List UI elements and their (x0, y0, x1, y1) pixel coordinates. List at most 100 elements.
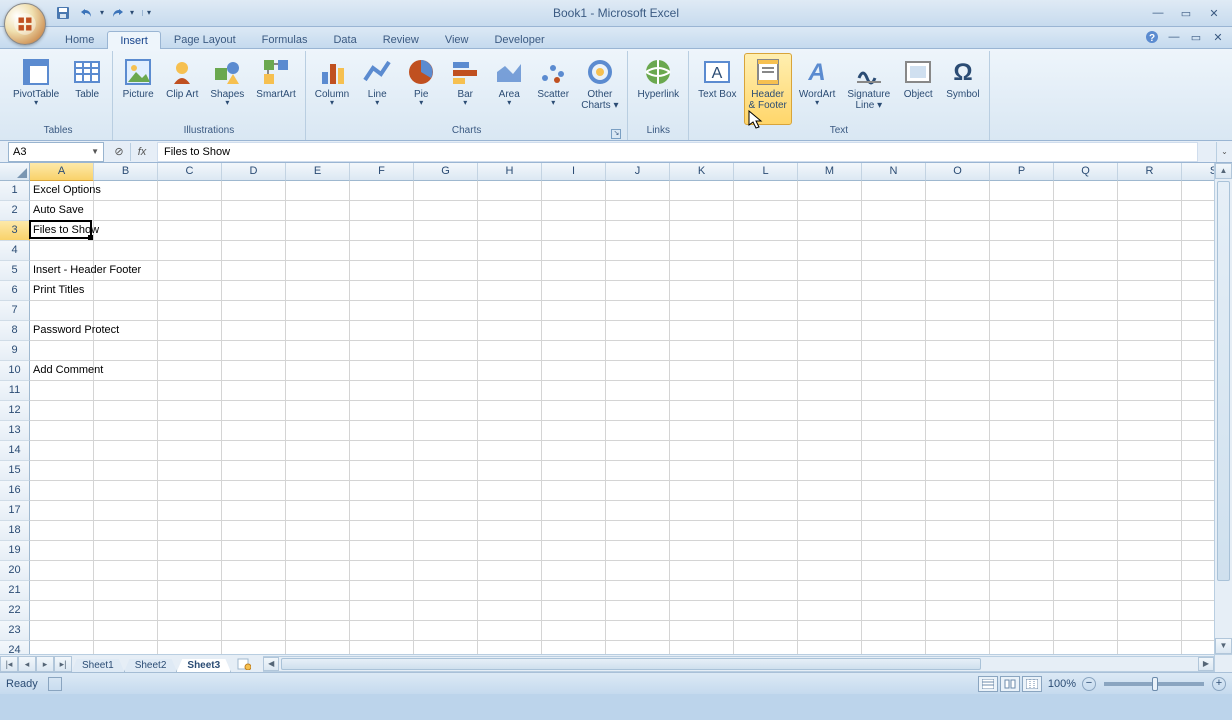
scroll-left-arrow[interactable]: ◀ (263, 657, 279, 671)
cell-B6[interactable] (94, 281, 158, 301)
cell-H3[interactable] (478, 221, 542, 241)
cell-O8[interactable] (926, 321, 990, 341)
cell-C13[interactable] (158, 421, 222, 441)
cell-S15[interactable] (1182, 461, 1214, 481)
cell-K9[interactable] (670, 341, 734, 361)
cell-R17[interactable] (1118, 501, 1182, 521)
col-header-H[interactable]: H (478, 163, 542, 181)
cell-C12[interactable] (158, 401, 222, 421)
cell-E11[interactable] (286, 381, 350, 401)
cell-P2[interactable] (990, 201, 1054, 221)
zoom-level[interactable]: 100% (1048, 678, 1076, 690)
cell-B21[interactable] (94, 581, 158, 601)
cell-M24[interactable] (798, 641, 862, 654)
cell-M23[interactable] (798, 621, 862, 641)
col-header-Q[interactable]: Q (1054, 163, 1118, 181)
cell-P14[interactable] (990, 441, 1054, 461)
cell-Q11[interactable] (1054, 381, 1118, 401)
cell-G23[interactable] (414, 621, 478, 641)
cell-J5[interactable] (606, 261, 670, 281)
cell-B1[interactable] (94, 181, 158, 201)
cell-I20[interactable] (542, 561, 606, 581)
cell-L21[interactable] (734, 581, 798, 601)
row-header-15[interactable]: 15 (0, 461, 30, 481)
cell-G5[interactable] (414, 261, 478, 281)
cell-R7[interactable] (1118, 301, 1182, 321)
cell-A8[interactable]: Password Protect (30, 321, 94, 341)
cell-M18[interactable] (798, 521, 862, 541)
cell-N19[interactable] (862, 541, 926, 561)
cell-L22[interactable] (734, 601, 798, 621)
cell-G14[interactable] (414, 441, 478, 461)
cell-R19[interactable] (1118, 541, 1182, 561)
cell-M12[interactable] (798, 401, 862, 421)
cell-F12[interactable] (350, 401, 414, 421)
doc-minimize[interactable]: — (1166, 29, 1182, 45)
cell-M8[interactable] (798, 321, 862, 341)
cell-Q23[interactable] (1054, 621, 1118, 641)
cell-R20[interactable] (1118, 561, 1182, 581)
cell-O24[interactable] (926, 641, 990, 654)
minimize-button[interactable]: — (1146, 5, 1170, 21)
cell-C15[interactable] (158, 461, 222, 481)
cell-R18[interactable] (1118, 521, 1182, 541)
col-header-N[interactable]: N (862, 163, 926, 181)
cell-J23[interactable] (606, 621, 670, 641)
cell-H11[interactable] (478, 381, 542, 401)
macro-record-icon[interactable] (48, 677, 62, 691)
cell-D18[interactable] (222, 521, 286, 541)
cell-I11[interactable] (542, 381, 606, 401)
row-header-21[interactable]: 21 (0, 581, 30, 601)
cell-C11[interactable] (158, 381, 222, 401)
cell-Q13[interactable] (1054, 421, 1118, 441)
formula-input[interactable]: Files to Show (157, 142, 1198, 162)
cell-E3[interactable] (286, 221, 350, 241)
cell-N11[interactable] (862, 381, 926, 401)
cell-L17[interactable] (734, 501, 798, 521)
row-header-7[interactable]: 7 (0, 301, 30, 321)
cell-B2[interactable] (94, 201, 158, 221)
row-header-20[interactable]: 20 (0, 561, 30, 581)
cell-D20[interactable] (222, 561, 286, 581)
cell-M13[interactable] (798, 421, 862, 441)
cell-M7[interactable] (798, 301, 862, 321)
cell-L4[interactable] (734, 241, 798, 261)
cell-I14[interactable] (542, 441, 606, 461)
row-header-22[interactable]: 22 (0, 601, 30, 621)
cell-B5[interactable] (94, 261, 158, 281)
cell-L14[interactable] (734, 441, 798, 461)
row-header-9[interactable]: 9 (0, 341, 30, 361)
cell-Q9[interactable] (1054, 341, 1118, 361)
cell-P8[interactable] (990, 321, 1054, 341)
cell-B7[interactable] (94, 301, 158, 321)
cell-B17[interactable] (94, 501, 158, 521)
tab-home[interactable]: Home (52, 30, 107, 48)
name-box-dropdown[interactable]: ▼ (91, 147, 99, 156)
cell-D14[interactable] (222, 441, 286, 461)
row-header-5[interactable]: 5 (0, 261, 30, 281)
cell-I8[interactable] (542, 321, 606, 341)
cell-D15[interactable] (222, 461, 286, 481)
cell-G15[interactable] (414, 461, 478, 481)
cell-K2[interactable] (670, 201, 734, 221)
cell-N6[interactable] (862, 281, 926, 301)
col-header-B[interactable]: B (94, 163, 158, 181)
cell-N14[interactable] (862, 441, 926, 461)
cell-R13[interactable] (1118, 421, 1182, 441)
cell-C19[interactable] (158, 541, 222, 561)
cell-C14[interactable] (158, 441, 222, 461)
cell-P22[interactable] (990, 601, 1054, 621)
cell-G7[interactable] (414, 301, 478, 321)
cell-G8[interactable] (414, 321, 478, 341)
cell-I5[interactable] (542, 261, 606, 281)
cell-Q5[interactable] (1054, 261, 1118, 281)
picture-button[interactable]: Picture (117, 53, 159, 125)
cell-H1[interactable] (478, 181, 542, 201)
row-header-3[interactable]: 3 (0, 221, 30, 241)
cell-C1[interactable] (158, 181, 222, 201)
cell-B13[interactable] (94, 421, 158, 441)
cell-D5[interactable] (222, 261, 286, 281)
cell-K7[interactable] (670, 301, 734, 321)
cell-G16[interactable] (414, 481, 478, 501)
cell-D16[interactable] (222, 481, 286, 501)
